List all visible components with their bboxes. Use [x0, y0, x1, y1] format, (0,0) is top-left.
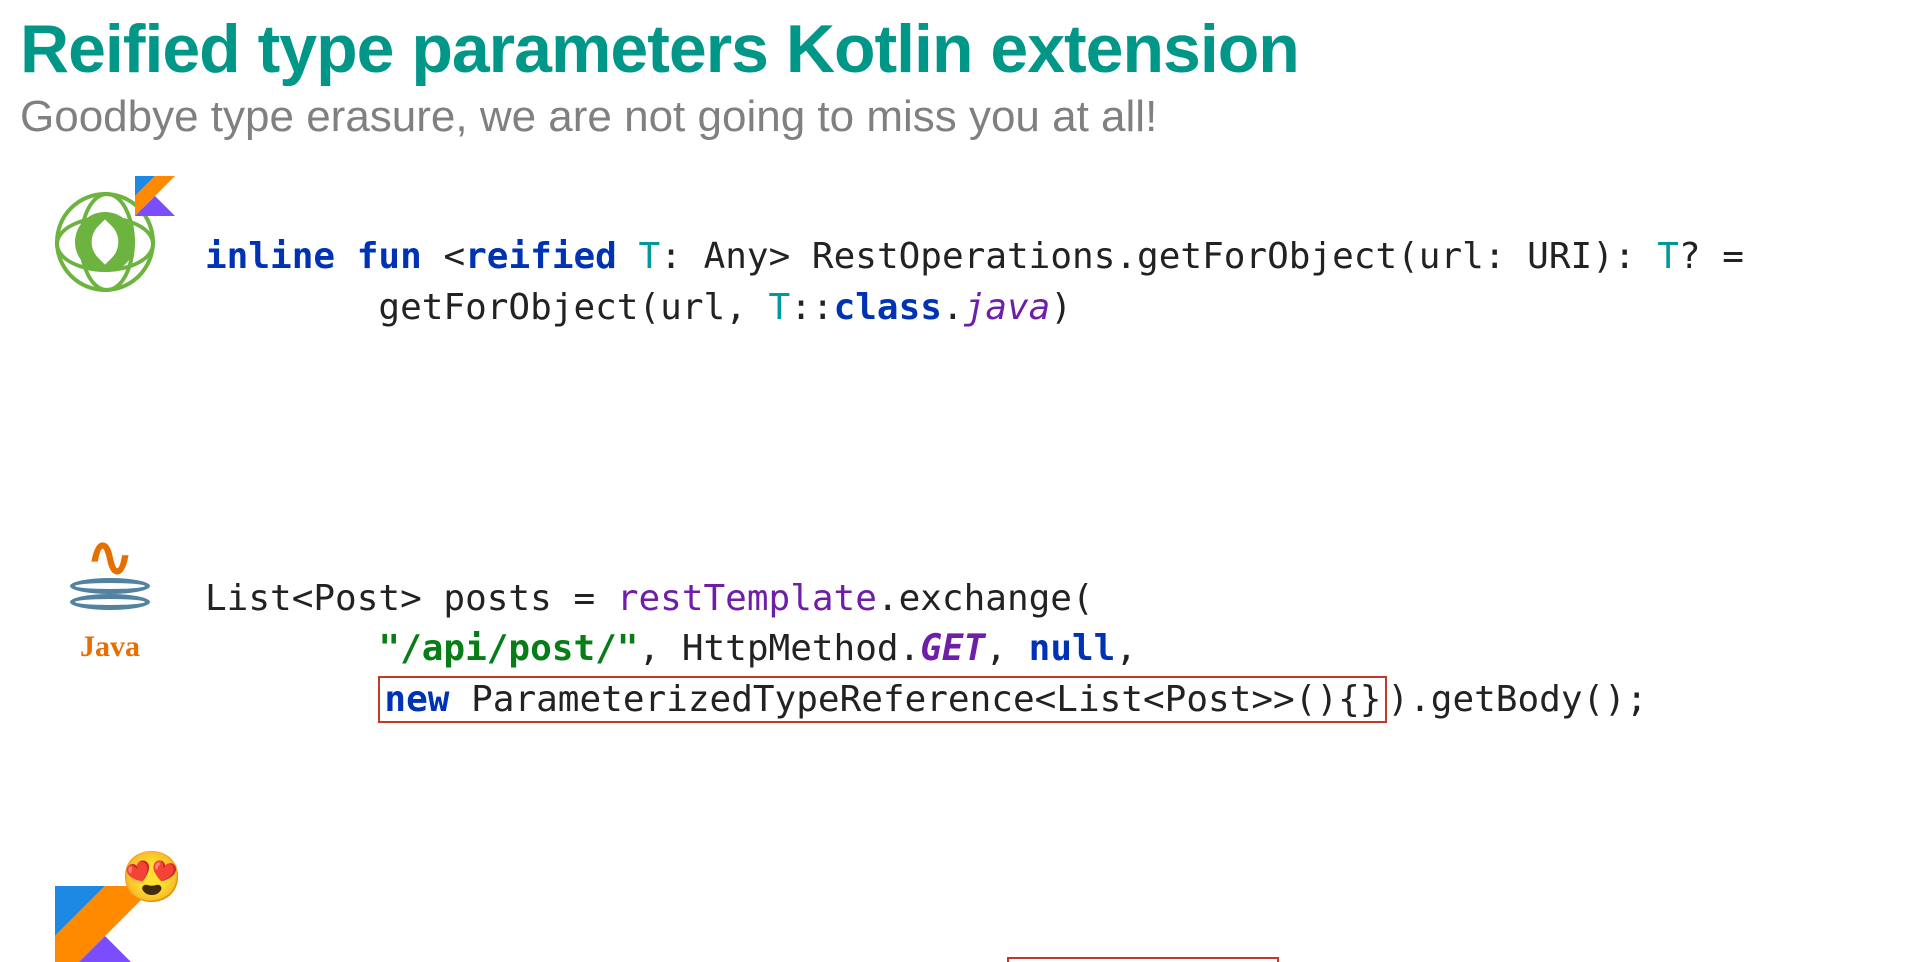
code-spring-kotlin: inline fun <reified T: Any> RestOperatio…	[205, 182, 1900, 384]
enum-GET: GET	[920, 628, 985, 669]
prop-java: java	[964, 287, 1051, 328]
spring-kotlin-icon	[55, 182, 175, 302]
string-api-post: "/api/post/"	[378, 628, 638, 669]
kotlin-icon: 😍	[55, 856, 175, 962]
kw-reified: reified	[465, 236, 617, 277]
highlight-generic-type: <List<Post>>	[1007, 957, 1279, 962]
kw-fun: fun	[357, 236, 422, 277]
highlight-parameterized-type: new ParameterizedTypeReference<List<Post…	[378, 676, 1387, 723]
java-label: Java	[55, 630, 165, 664]
kw-null: null	[1029, 628, 1116, 669]
field-restTemplate: restTemplate	[617, 578, 877, 619]
slide: Reified type parameters Kotlin extension…	[0, 0, 1920, 962]
slide-title: Reified type parameters Kotlin extension	[20, 10, 1900, 88]
code-block-java: ∿ Java List<Post> posts = restTemplate.e…	[55, 524, 1900, 776]
kotlin-icon	[135, 176, 175, 216]
kw-class: class	[834, 287, 942, 328]
type-T: T	[639, 236, 661, 277]
slide-subtitle: Goodbye type erasure, we are not going t…	[20, 92, 1900, 142]
code-block-kotlin: 😍 val posts = restTemplate.getForObject<…	[55, 856, 1900, 962]
java-icon: ∿ Java	[55, 524, 175, 644]
code-java: List<Post> posts = restTemplate.exchange…	[205, 524, 1900, 776]
heart-eyes-icon: 😍	[121, 848, 183, 907]
kw-inline: inline	[205, 236, 335, 277]
code-kotlin: val posts = restTemplate.getForObject<Li…	[205, 856, 1900, 962]
kw-new: new	[384, 679, 449, 720]
code-block-spring-kotlin: inline fun <reified T: Any> RestOperatio…	[55, 182, 1900, 384]
